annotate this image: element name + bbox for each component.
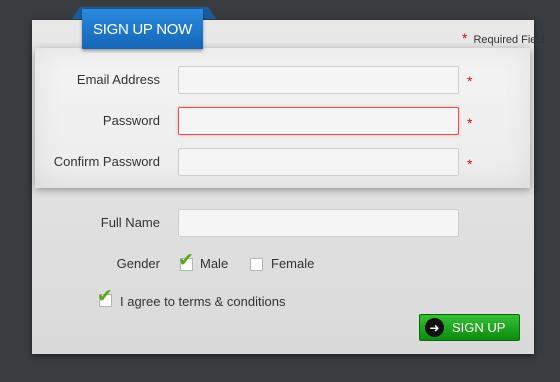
required-field-label: Required Field — [473, 34, 545, 46]
password-field[interactable] — [178, 107, 459, 135]
confirm-password-field[interactable] — [178, 148, 459, 176]
terms-label[interactable]: I agree to terms & conditions — [120, 294, 285, 309]
sign-up-button-label: SIGN UP — [452, 320, 506, 335]
confirm-password-label: Confirm Password — [53, 154, 160, 169]
email-label: Email Address — [76, 72, 160, 87]
password-required-star: * — [467, 115, 473, 131]
required-field-note: * Required Field — [462, 30, 545, 46]
email-field[interactable] — [178, 66, 459, 94]
check-icon: ✔ — [97, 286, 113, 307]
female-option-label[interactable]: Female — [271, 256, 314, 271]
gender-label: Gender — [116, 256, 160, 271]
email-required-star: * — [467, 73, 473, 89]
full-name-label: Full Name — [100, 215, 160, 230]
password-label: Password — [102, 113, 160, 128]
required-star: * — [462, 30, 468, 46]
full-name-field[interactable] — [178, 209, 459, 237]
check-icon: ✔ — [178, 250, 194, 271]
sign-up-button[interactable]: ➜ SIGN UP — [419, 314, 520, 341]
confirm-password-required-star: * — [467, 156, 473, 172]
signup-tab: SIGN UP NOW — [82, 9, 203, 49]
arrow-right-icon: ➜ — [425, 318, 444, 337]
female-checkbox[interactable] — [250, 258, 263, 271]
male-option-label[interactable]: Male — [200, 256, 228, 271]
